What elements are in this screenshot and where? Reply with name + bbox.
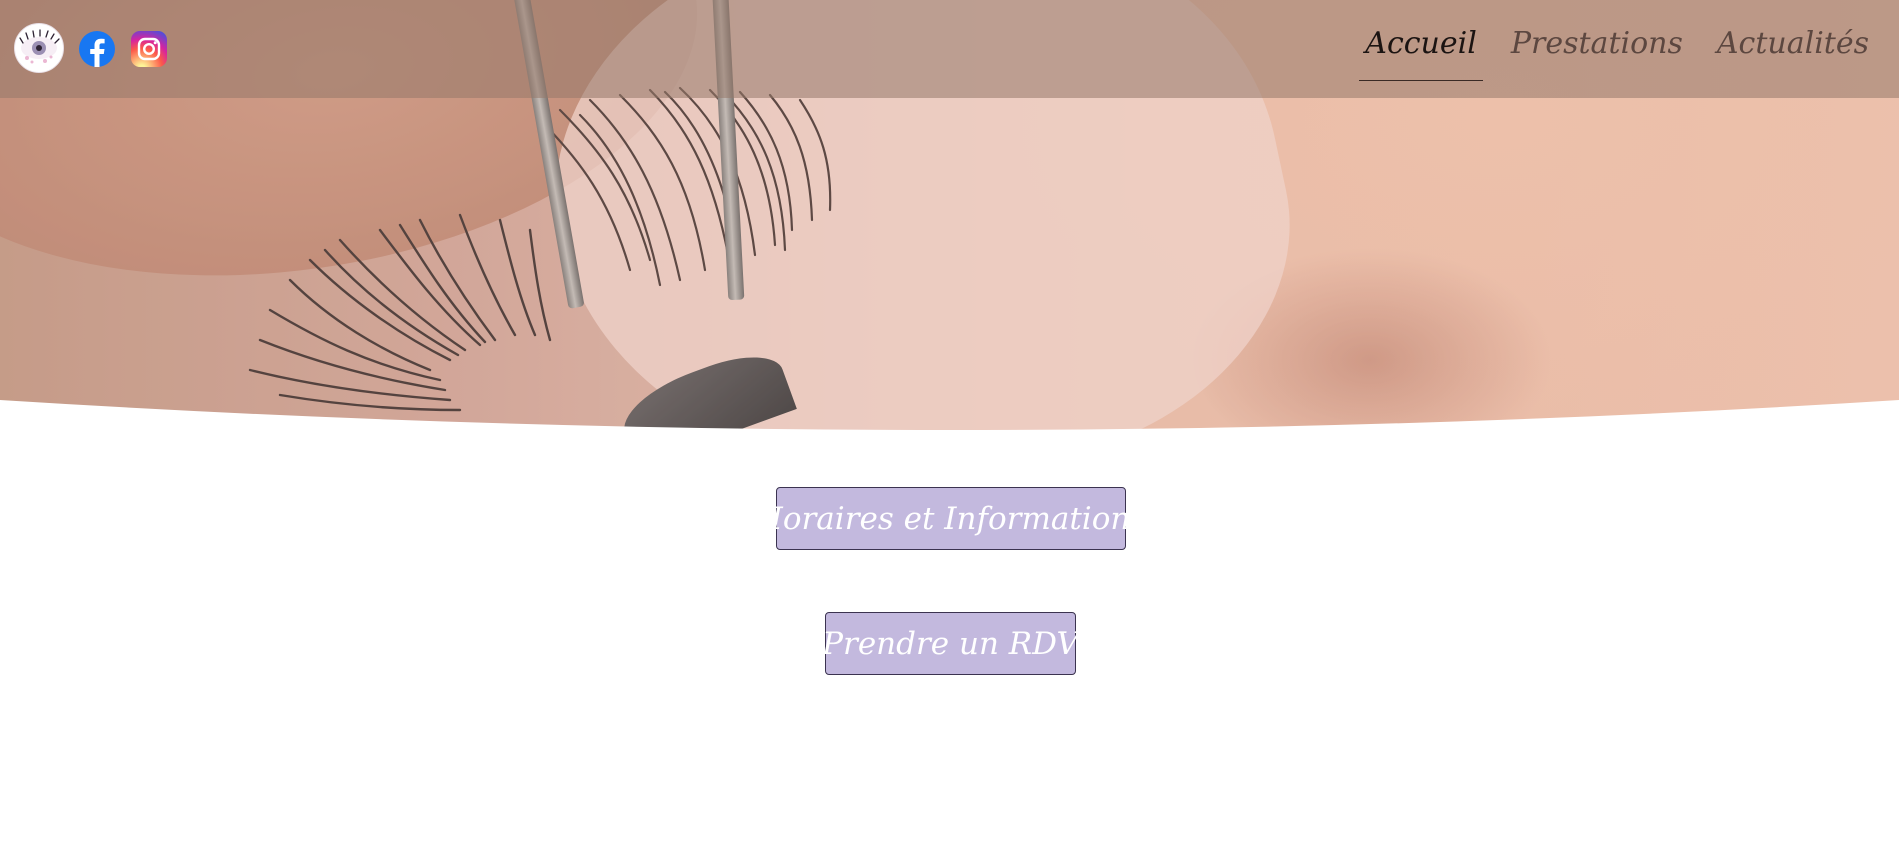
nav-item-label: Prestations — [1510, 26, 1683, 61]
book-appointment-button-label: Prendre un RDV — [822, 625, 1079, 662]
info-button[interactable]: Horaires et Informations — [756, 487, 1146, 550]
hero-bottom-curve — [0, 400, 1899, 460]
instagram-icon[interactable] — [131, 31, 167, 67]
nav-item-prestations[interactable]: Prestations — [1505, 22, 1689, 66]
page: Accueil Prestations Actualités Horaires … — [0, 0, 1899, 857]
nav-item-accueil[interactable]: Accueil — [1359, 22, 1483, 81]
site-header: Accueil Prestations Actualités — [0, 0, 1899, 98]
eye-lash-logo-icon[interactable] — [14, 23, 64, 73]
nav-item-label: Actualités — [1716, 26, 1869, 61]
nav-item-label: Accueil — [1365, 26, 1477, 61]
main-nav: Accueil Prestations Actualités — [1359, 22, 1875, 82]
nav-item-actualites[interactable]: Actualités — [1711, 22, 1875, 66]
facebook-icon[interactable] — [79, 31, 115, 67]
info-button-label: Horaires et Informations — [755, 500, 1147, 537]
book-appointment-button[interactable]: Prendre un RDV — [822, 612, 1079, 675]
